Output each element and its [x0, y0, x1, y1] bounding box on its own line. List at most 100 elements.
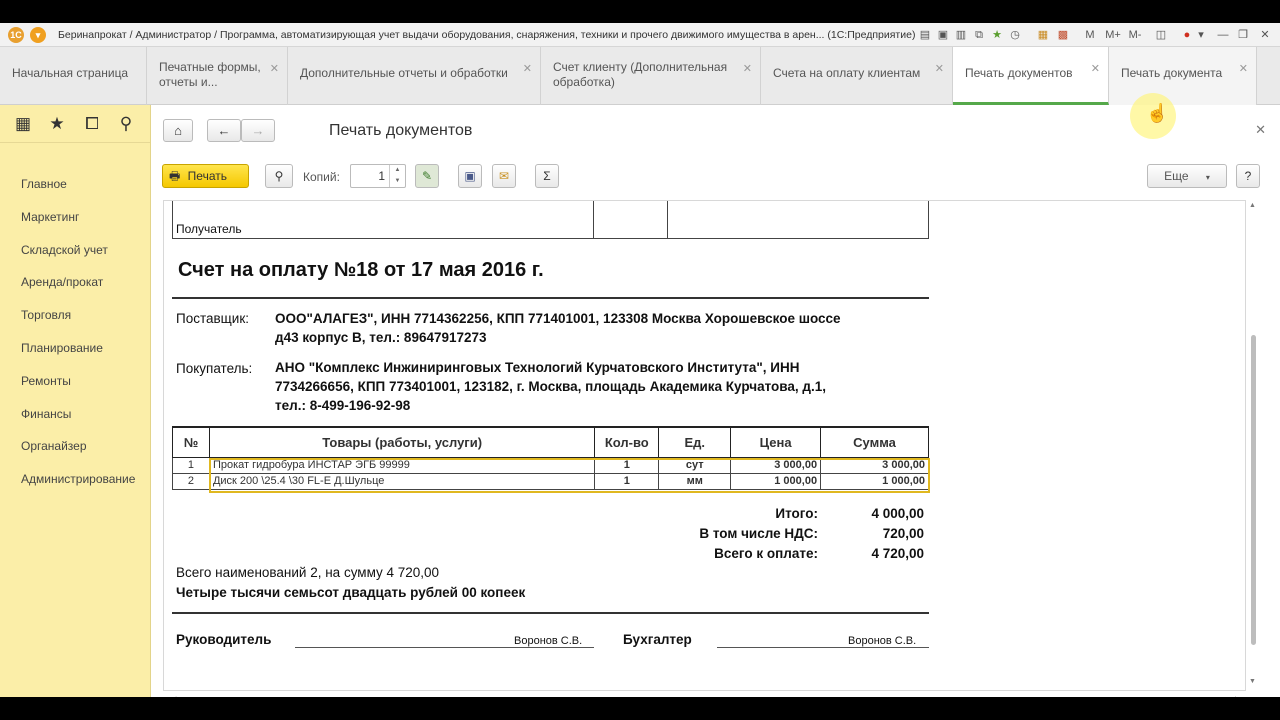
search-icon[interactable]: ⚲ [116, 114, 136, 134]
director-label: Руководитель [176, 632, 272, 647]
cell-goods[interactable]: Диск 200 \25.4 \30 FL-E Д.Шульце [208, 472, 596, 490]
cell-unit[interactable]: сут [658, 456, 732, 474]
sidebar-item-organizer[interactable]: Органайзер [21, 439, 87, 453]
calculator-icon[interactable]: ▦ [1036, 27, 1050, 43]
help-button[interactable]: ? [1236, 164, 1260, 188]
cell-goods[interactable]: Прокат гидробура ИНСТАР ЭГБ 99999 [208, 456, 596, 474]
close-icon[interactable]: ✕ [1239, 62, 1248, 77]
sidebar-item-main[interactable]: Главное [21, 177, 67, 191]
vat-value: 720,00 [882, 526, 924, 541]
print-icon[interactable]: ▤ [918, 27, 932, 43]
preview-icon[interactable]: ▥ [954, 27, 968, 43]
save-button[interactable]: ▣ [458, 164, 482, 188]
buyer-line: АНО "Комплекс Инжиниринговых Технологий … [275, 360, 800, 375]
sidebar-item-rental[interactable]: Аренда/прокат [21, 275, 103, 289]
sidebar-item-administration[interactable]: Администрирование [21, 472, 135, 486]
table-header: № Товары (работы, услуги) Кол-во Ед. Цен… [172, 426, 929, 458]
back-button[interactable]: ← [207, 119, 241, 142]
table-row[interactable]: 2 Диск 200 \25.4 \30 FL-E Д.Шульце 1 мм … [172, 472, 929, 490]
cell-qty[interactable]: 1 [594, 472, 660, 490]
close-icon[interactable]: ✕ [1258, 27, 1272, 43]
tab-client-invoices-list[interactable]: Счета на оплату клиентам ✕ [761, 47, 953, 105]
history-icon[interactable]: ◷ [1008, 27, 1022, 43]
history-icon[interactable]: ⧠ [82, 114, 102, 134]
memory-plus-button[interactable]: M+ [1104, 27, 1122, 43]
link-icon[interactable]: ⧉ [972, 27, 986, 43]
close-icon[interactable]: ✕ [935, 62, 944, 77]
sidebar-item-repairs[interactable]: Ремонты [21, 374, 71, 388]
scroll-thumb[interactable] [1251, 335, 1256, 645]
close-icon[interactable]: ✕ [523, 62, 532, 77]
memory-button[interactable]: M [1084, 27, 1096, 43]
scroll-right-icon[interactable]: ▶ [1235, 695, 1240, 697]
favorites-icon[interactable]: ★ [990, 27, 1004, 43]
copies-stepper[interactable]: ▲ ▼ [389, 165, 405, 187]
scroll-up-icon[interactable]: ▲ [1249, 202, 1256, 209]
tab-label: Счета на оплату клиентам [773, 66, 921, 80]
sidebar-item-warehouse[interactable]: Складской учет [21, 243, 108, 257]
floppy-icon: ▣ [464, 169, 476, 183]
sigma-icon: Σ [543, 169, 551, 183]
tab-client-invoice[interactable]: Счет клиенту (Дополнительная обработка) … [541, 47, 761, 105]
director-signature-line [295, 647, 594, 648]
cell-num[interactable]: 1 [172, 456, 210, 474]
app-logo-icon[interactable]: 1С [8, 27, 24, 43]
scroll-left-icon[interactable]: ◀ [171, 695, 176, 697]
cell-sum[interactable]: 1 000,00 [820, 472, 929, 490]
tab-print-forms[interactable]: Печатные формы, отчеты и... ✕ [147, 47, 288, 105]
sidebar-item-finance[interactable]: Финансы [21, 407, 71, 421]
send-email-button[interactable]: ✉ [492, 164, 516, 188]
horizontal-scrollbar[interactable]: ◀ ▶ [163, 695, 1246, 697]
copies-value: 1 [378, 169, 385, 183]
close-icon[interactable]: ✕ [270, 62, 279, 77]
cell-price[interactable]: 1 000,00 [730, 472, 822, 490]
tab-home[interactable]: Начальная страница [0, 47, 147, 105]
chevron-down-icon[interactable]: ▾ [1196, 27, 1206, 43]
col-header-sum: Сумма [820, 426, 929, 458]
info-icon[interactable]: ● [1180, 27, 1194, 43]
edit-button[interactable]: ✎ [415, 164, 439, 188]
preview-button[interactable]: ⚲ [265, 164, 293, 188]
total-label: Итого: [775, 506, 818, 521]
print-button[interactable]: 🖶 Печать [162, 164, 249, 188]
panel-layout-icon[interactable]: ◫ [1154, 27, 1168, 43]
vertical-scrollbar[interactable]: ▲ ▼ [1247, 200, 1261, 691]
memory-minus-button[interactable]: M- [1126, 27, 1144, 43]
copies-input[interactable]: 1 ▲ ▼ [350, 164, 406, 188]
window-title: Беринапрокат / Администратор / Программа… [58, 29, 916, 41]
cell-sum[interactable]: 3 000,00 [820, 456, 929, 474]
calendar-icon[interactable]: ▩ [1056, 27, 1070, 43]
sum-button[interactable]: Σ [535, 164, 559, 188]
sidebar-item-marketing[interactable]: Маркетинг [21, 210, 79, 224]
menu-icon[interactable]: ▾ [30, 27, 46, 43]
more-button[interactable]: Еще ▾ [1147, 164, 1227, 188]
sidebar-item-trade[interactable]: Торговля [21, 308, 71, 322]
table-row[interactable]: 1 Прокат гидробура ИНСТАР ЭГБ 99999 1 су… [172, 456, 929, 474]
tab-additional-reports[interactable]: Дополнительные отчеты и обработки ✕ [288, 47, 541, 105]
all-functions-icon[interactable]: ▦ [13, 114, 33, 134]
restore-icon[interactable]: ❐ [1236, 27, 1250, 43]
buyer-line: тел.: 8-499-196-92-98 [275, 398, 411, 413]
buyer-line: 7734266656, КПП 773401001, 123182, г. Мо… [275, 379, 826, 394]
spreadsheet-document[interactable]: Получатель Счет на оплату №18 от 17 мая … [163, 200, 1246, 691]
close-icon[interactable]: ✕ [1255, 122, 1266, 138]
tab-label: Счет клиенту (Дополнительная обработка) [553, 60, 728, 89]
favorites-icon[interactable]: ★ [47, 114, 67, 134]
cell-num[interactable]: 2 [172, 472, 210, 490]
save-icon[interactable]: ▣ [936, 27, 950, 43]
cell-unit[interactable]: мм [658, 472, 732, 490]
home-button[interactable]: ⌂ [163, 119, 193, 142]
grand-total-value: 4 720,00 [871, 546, 924, 561]
forward-button[interactable]: → [241, 119, 275, 142]
page-title: Печать документов [329, 122, 473, 139]
tab-print-document[interactable]: Печать документа ✕ [1109, 47, 1257, 105]
print-form: ⌂ ← → Печать документов ✕ 🖶 Печать ⚲ Коп… [151, 105, 1280, 697]
sidebar-item-planning[interactable]: Планирование [21, 341, 103, 355]
minimize-icon[interactable]: — [1216, 27, 1230, 43]
scroll-down-icon[interactable]: ▼ [1249, 678, 1256, 685]
cell-qty[interactable]: 1 [594, 456, 660, 474]
tab-print-documents[interactable]: Печать документов ✕ [953, 47, 1109, 105]
cell-price[interactable]: 3 000,00 [730, 456, 822, 474]
close-icon[interactable]: ✕ [743, 62, 752, 77]
close-icon[interactable]: ✕ [1091, 62, 1100, 77]
